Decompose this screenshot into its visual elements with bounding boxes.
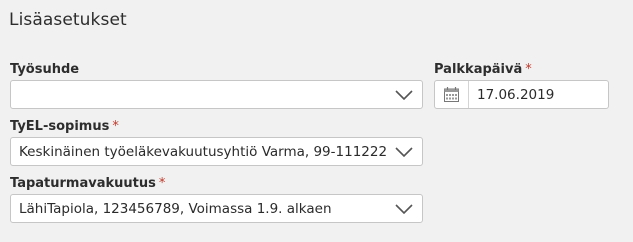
employment-label-text: Työsuhde <box>10 62 80 77</box>
tyel-label: TyEL-sopimus * <box>10 119 119 134</box>
tyel-select[interactable]: Keskinäinen työeläkevakuutusyhtiö Varma,… <box>10 137 423 166</box>
calendar-icon <box>444 87 459 102</box>
required-marker: * <box>158 176 166 191</box>
tyel-select-value: Keskinäinen työeläkevakuutusyhtiö Varma,… <box>19 144 386 160</box>
employment-select[interactable] <box>10 80 423 109</box>
chevron-down-icon <box>395 90 413 100</box>
accident-label: Tapaturmavakuutus * <box>10 176 165 191</box>
payday-label-text: Palkkapäivä <box>434 62 523 77</box>
payday-input[interactable] <box>471 81 604 108</box>
employment-label: Työsuhde <box>10 62 79 77</box>
calendar-button[interactable] <box>435 81 469 108</box>
payday-label: Palkkapäivä * <box>434 62 532 77</box>
chevron-down-icon <box>395 204 413 214</box>
tyel-label-text: TyEL-sopimus <box>10 119 110 134</box>
accident-select-value: LähiTapiola, 123456789, Voimassa 1.9. al… <box>19 201 332 217</box>
chevron-down-icon <box>395 147 413 157</box>
section-title: Lisäasetukset <box>9 10 127 30</box>
payday-date-field <box>434 80 609 109</box>
accident-label-text: Tapaturmavakuutus <box>10 176 156 191</box>
required-marker: * <box>112 119 119 134</box>
accident-select[interactable]: LähiTapiola, 123456789, Voimassa 1.9. al… <box>10 194 423 223</box>
required-marker: * <box>525 62 532 77</box>
